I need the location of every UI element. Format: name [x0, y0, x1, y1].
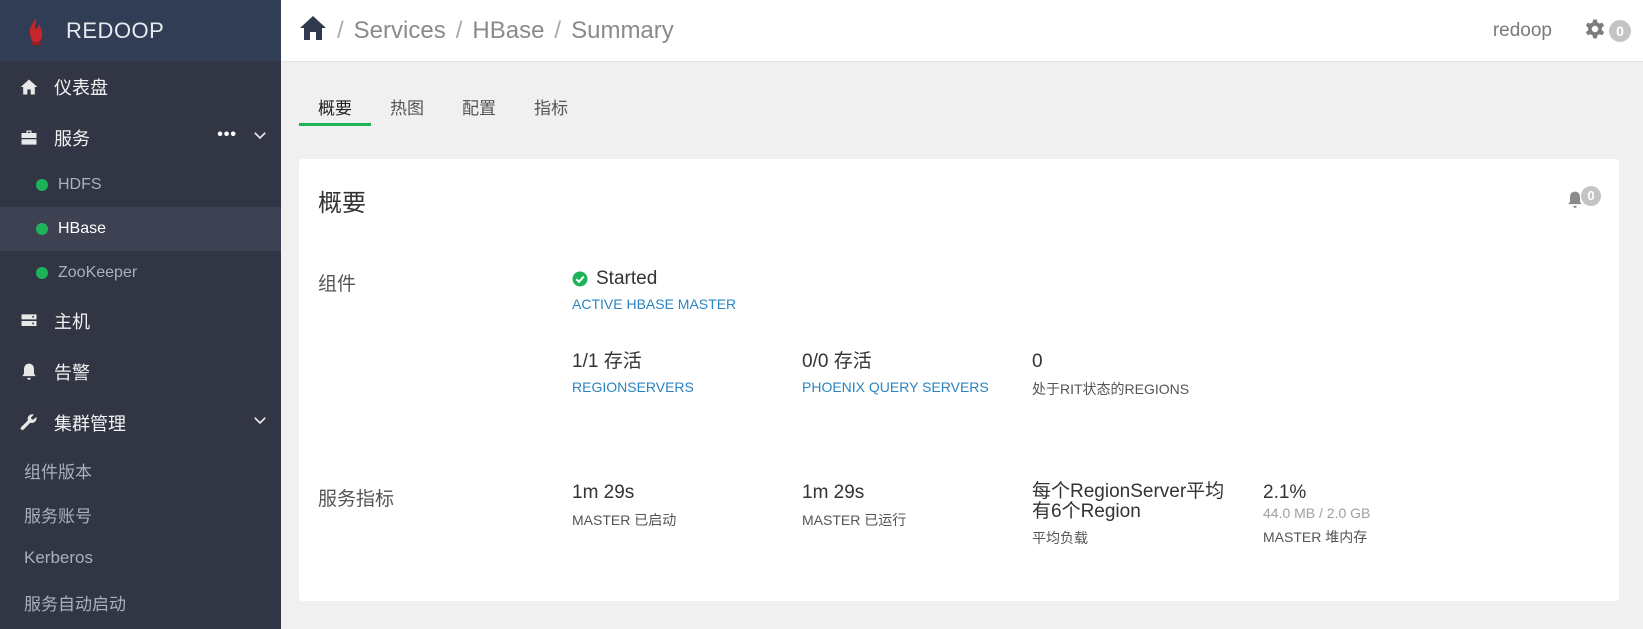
service-tabs: 概要 热图 配置 指标: [299, 90, 587, 126]
tab-metrics[interactable]: 指标: [515, 90, 587, 126]
sidebar-item-service-accounts[interactable]: 服务账号: [0, 492, 281, 536]
sidebar-item-cluster-admin[interactable]: 集群管理: [0, 397, 281, 448]
status-dot: [36, 179, 48, 191]
brand-name: REDOOP: [66, 17, 165, 43]
server-icon: [18, 310, 40, 332]
sidebar-item-label: 告警: [54, 362, 90, 383]
average-load-metric: 每个RegionServer平均有6个Region 平均负载: [1032, 482, 1237, 548]
breadcrumb-separator: /: [337, 16, 344, 44]
master-started-metric: 1m 29s MASTER 已启动: [572, 482, 676, 530]
metric-label: 平均负载: [1032, 530, 1088, 546]
chevron-down-icon[interactable]: [251, 411, 269, 434]
metric-value: 2.1%: [1263, 482, 1307, 503]
alerts-count-badge: 0: [1581, 186, 1601, 206]
services-actions: •••: [217, 112, 269, 163]
sidebar-item-hbase[interactable]: HBase: [0, 207, 281, 251]
sidebar-item-service-auto-start[interactable]: 服务自动启动: [0, 580, 281, 624]
sidebar-item-label: 服务: [54, 128, 90, 149]
sidebar-item-label: 集群管理: [54, 413, 126, 434]
service-label: HBase: [58, 220, 107, 237]
breadcrumb-separator: /: [554, 16, 562, 44]
sidebar-item-kerberos[interactable]: Kerberos: [0, 536, 281, 580]
gear-icon[interactable]: [1582, 16, 1608, 47]
breadcrumb-hbase[interactable]: HBase: [472, 17, 544, 45]
breadcrumb-separator: /: [455, 16, 463, 44]
status-dot: [36, 267, 48, 279]
sidebar-item-alerts[interactable]: 告警: [0, 346, 281, 397]
service-label: HDFS: [58, 176, 102, 193]
rit-regions-metric: 0 处于RIT状态的REGIONS: [1032, 351, 1189, 399]
sidebar-item-zookeeper[interactable]: ZooKeeper: [0, 251, 281, 295]
summary-card: 概要 0 组件 Started ACTIVE HBASE MASTER 1/1 …: [299, 159, 1619, 601]
home-icon[interactable]: [299, 15, 327, 46]
status-dot: [36, 223, 48, 235]
components-label: 组件: [318, 274, 357, 295]
tab-configs[interactable]: 配置: [443, 90, 515, 126]
top-right-controls: redoop 0: [1493, 0, 1631, 62]
phoenix-metric: 0/0 存活 PHOENIX QUERY SERVERS: [802, 351, 989, 395]
bell-icon: [18, 361, 40, 383]
metric-value: 每个RegionServer平均有6个Region: [1032, 481, 1225, 522]
metric-value: 1m 29s: [802, 482, 865, 503]
wrench-icon: [18, 412, 40, 434]
cluster-admin-actions: [251, 397, 269, 448]
metric-value: 0/0 存活: [802, 351, 872, 372]
regionservers-metric: 1/1 存活 REGIONSERVERS: [572, 351, 694, 395]
metric-label: MASTER 已运行: [802, 512, 907, 528]
sidebar-item-dashboard[interactable]: 仪表盘: [0, 61, 281, 112]
tab-heatmaps[interactable]: 热图: [371, 90, 443, 126]
master-heap-metric: 2.1% 44.0 MB / 2.0 GB MASTER 堆内存: [1263, 482, 1370, 547]
brand[interactable]: REDOOP: [0, 0, 281, 61]
phoenix-query-servers-link[interactable]: PHOENIX QUERY SERVERS: [802, 379, 989, 395]
notification-count-badge[interactable]: 0: [1609, 20, 1631, 42]
tab-summary[interactable]: 概要: [299, 90, 371, 126]
sidebar: REDOOP 仪表盘 服务 ••• HDFS HBase ZooKeeper 主…: [0, 0, 281, 629]
master-status: Started ACTIVE HBASE MASTER: [572, 268, 736, 312]
chevron-down-icon[interactable]: [251, 126, 269, 149]
metric-sub-value: 44.0 MB / 2.0 GB: [1263, 505, 1371, 521]
status-line: Started: [572, 268, 736, 290]
check-circle-icon: [572, 271, 588, 287]
sidebar-item-label: 仪表盘: [54, 77, 108, 98]
user-menu[interactable]: redoop: [1493, 20, 1552, 42]
card-title: 概要: [318, 190, 366, 217]
metric-label: MASTER 已启动: [572, 512, 677, 528]
card-alerts[interactable]: 0: [1565, 186, 1601, 211]
sidebar-item-services[interactable]: 服务 •••: [0, 112, 281, 163]
metric-value: 0: [1032, 351, 1043, 372]
metric-value: 1m 29s: [572, 482, 635, 503]
redoop-logo-icon: [29, 17, 43, 45]
home-icon: [18, 76, 40, 98]
briefcase-icon: [18, 127, 40, 149]
metric-value: 1/1 存活: [572, 351, 642, 372]
active-hbase-master-link[interactable]: ACTIVE HBASE MASTER: [572, 296, 736, 312]
sidebar-item-component-versions[interactable]: 组件版本: [0, 448, 281, 492]
regionservers-link[interactable]: REGIONSERVERS: [572, 379, 694, 395]
sidebar-item-hdfs[interactable]: HDFS: [0, 163, 281, 207]
sidebar-item-hosts[interactable]: 主机: [0, 295, 281, 346]
app: REDOOP 仪表盘 服务 ••• HDFS HBase ZooKeeper 主…: [0, 0, 1643, 629]
metric-label: MASTER 堆内存: [1263, 529, 1368, 545]
metric-label: 处于RIT状态的REGIONS: [1032, 381, 1190, 397]
service-metrics-label: 服务指标: [318, 489, 395, 510]
more-actions-button[interactable]: •••: [217, 126, 237, 143]
top-bar: / Services / HBase / Summary redoop 0: [281, 0, 1643, 62]
master-uptime-metric: 1m 29s MASTER 已运行: [802, 482, 906, 530]
status-text: Started: [596, 268, 658, 289]
breadcrumb: / Services / HBase / Summary: [327, 17, 674, 45]
breadcrumb-services[interactable]: Services: [354, 17, 446, 45]
breadcrumb-summary: Summary: [571, 16, 674, 44]
sidebar-item-label: 主机: [54, 311, 90, 332]
service-label: ZooKeeper: [58, 264, 138, 281]
